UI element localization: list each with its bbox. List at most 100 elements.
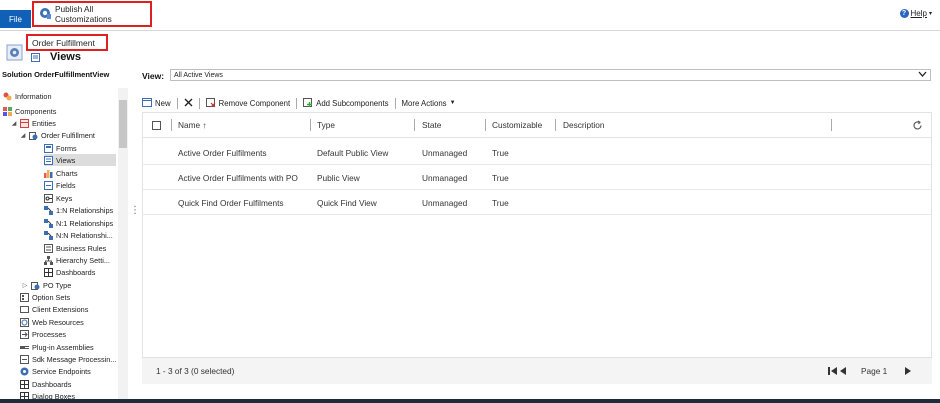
help-label: Help	[910, 9, 927, 18]
entities-icon	[20, 118, 29, 128]
sidebar-item-components[interactable]: Components	[3, 105, 56, 117]
more-actions-button[interactable]: More Actions ▼	[396, 96, 462, 110]
sidebar-item-option-sets[interactable]: Option Sets	[20, 291, 70, 303]
refresh-icon[interactable]	[912, 112, 923, 138]
new-button[interactable]: New	[142, 96, 177, 110]
sidebar-item-web-resources[interactable]: Web Resources	[20, 316, 84, 328]
sidebar-item-label: Order Fulfillment	[41, 130, 95, 140]
delete-button[interactable]	[178, 96, 199, 110]
select-all-checkbox[interactable]	[152, 112, 161, 138]
charts-icon	[44, 169, 53, 178]
views-icon	[44, 155, 53, 165]
collapse-arrow-icon[interactable]: ◢	[11, 120, 17, 127]
column-divider[interactable]	[555, 119, 556, 131]
sidebar-scrollbar-thumb[interactable]	[119, 100, 127, 148]
forms-icon	[44, 143, 53, 153]
cell-customizable: True	[492, 172, 509, 183]
sidebar-item-client-extensions[interactable]: Client Extensions	[20, 303, 88, 315]
cell-name[interactable]: Quick Find Order Fulfilments	[178, 190, 284, 215]
sidebar-item-1n-relationships[interactable]: 1:N Relationships	[44, 204, 113, 216]
column-divider[interactable]	[414, 119, 415, 131]
column-divider[interactable]	[831, 119, 832, 131]
sidebar-item-dashboards[interactable]: Dashboards	[20, 378, 71, 390]
sidebar-item-fields[interactable]: Fields	[44, 179, 75, 191]
sidebar-item-label: N:1 Relationships	[56, 218, 114, 228]
sidebar-item-sdk-message-processing[interactable]: Sdk Message Processin...	[20, 353, 116, 365]
sidebar-item-label: Plug-in Assemblies	[32, 342, 94, 352]
help-icon: ?	[899, 9, 909, 18]
sidebar-item-charts[interactable]: Charts	[44, 167, 78, 179]
cell-name[interactable]: Active Order Fulfilments with PO	[178, 165, 298, 190]
remove-component-icon	[205, 97, 216, 109]
hierarchy-icon	[44, 255, 53, 265]
cell-state: Unmanaged	[422, 172, 468, 183]
column-header-type[interactable]: Type	[317, 112, 335, 138]
solution-explorer-tree: Information Components ◢ Entities ◢ Orde…	[0, 88, 129, 403]
cell-customizable: True	[492, 147, 509, 158]
file-button[interactable]: File	[0, 10, 31, 28]
service-endpoints-icon	[20, 367, 29, 376]
sidebar-item-forms[interactable]: Forms	[44, 142, 77, 154]
view-selected-value: All Active Views	[174, 71, 223, 79]
cell-type: Public View	[317, 172, 360, 183]
pane-splitter-handle[interactable]: ⋮	[130, 205, 140, 227]
sidebar-item-plugin-assemblies[interactable]: Plug-in Assemblies	[20, 341, 94, 353]
cell-name[interactable]: Active Order Fulfilments	[178, 140, 267, 165]
column-header-name[interactable]: Name ↑	[178, 112, 207, 138]
table-row[interactable]: Quick Find Order Fulfilments Quick Find …	[142, 190, 932, 215]
sidebar-item-label: Processes	[32, 329, 67, 339]
sidebar-item-information[interactable]: Information	[3, 90, 52, 102]
sidebar-item-label: Fields	[56, 180, 76, 190]
first-page-icon[interactable]	[828, 366, 838, 378]
table-row[interactable]: Active Order Fulfilments with PO Public …	[142, 165, 932, 190]
cell-type: Quick Find View	[317, 197, 377, 208]
views-icon	[31, 53, 40, 62]
dashboards-icon	[44, 267, 53, 277]
remove-component-button[interactable]: Remove Component	[200, 96, 297, 110]
publish-label: Publish All Customizations	[55, 4, 112, 24]
new-label: New	[155, 98, 171, 108]
next-page-icon[interactable]	[904, 366, 912, 378]
sidebar-item-n1-relationships[interactable]: N:1 Relationships	[44, 217, 113, 229]
sidebar-item-label: Hierarchy Setti...	[56, 255, 110, 265]
plugin-icon	[20, 343, 29, 352]
add-subcomponents-button[interactable]: Add Subcomponents	[297, 96, 394, 110]
chevron-down-icon	[918, 71, 927, 79]
add-subcomponents-icon	[303, 97, 313, 109]
sidebar-item-keys[interactable]: Keys	[44, 192, 72, 204]
components-icon	[3, 106, 12, 116]
sidebar-item-hierarchy-settings[interactable]: Hierarchy Setti...	[44, 254, 110, 266]
column-divider[interactable]	[485, 119, 486, 131]
column-divider	[171, 119, 172, 131]
grid-header: Name ↑ Type State Customizable Descripti…	[142, 112, 932, 138]
caret-down-icon: ▼	[449, 100, 456, 106]
sidebar-item-entities[interactable]: ◢ Entities	[11, 117, 56, 129]
expand-arrow-icon[interactable]: ▷	[22, 282, 28, 289]
sidebar-item-processes[interactable]: Processes	[20, 328, 66, 340]
view-selector[interactable]: All Active Views	[170, 69, 931, 81]
sidebar-item-label: Components	[15, 106, 57, 116]
sidebar-item-label: Charts	[56, 168, 78, 178]
collapse-arrow-icon[interactable]: ◢	[20, 132, 26, 139]
sidebar-item-business-rules[interactable]: Business Rules	[44, 242, 106, 254]
sidebar-item-service-endpoints[interactable]: Service Endpoints	[20, 365, 91, 377]
cell-type: Default Public View	[317, 147, 389, 158]
help-menu[interactable]: ? Help ▾	[899, 9, 932, 18]
sidebar-item-po-type[interactable]: ▷ PO Type	[22, 279, 71, 291]
column-header-description[interactable]: Description	[563, 112, 605, 138]
table-row[interactable]: Active Order Fulfilments Default Public …	[142, 140, 932, 165]
delete-icon	[184, 98, 193, 109]
column-header-customizable[interactable]: Customizable	[492, 112, 542, 138]
sidebar-item-nn-relationships[interactable]: N:N Relationshi...	[44, 229, 113, 241]
previous-page-icon[interactable]	[839, 366, 847, 378]
column-divider[interactable]	[310, 119, 311, 131]
sidebar-item-entity-dashboards[interactable]: Dashboards	[44, 266, 95, 278]
sidebar-item-views[interactable]: Views	[44, 154, 116, 166]
sidebar-item-label: Sdk Message Processin...	[32, 354, 117, 364]
sidebar-item-order-fulfillment[interactable]: ◢ Order Fulfillment	[20, 129, 95, 141]
sidebar-item-label: Option Sets	[32, 292, 71, 302]
view-label: View:	[142, 71, 165, 81]
publish-all-customizations-button[interactable]: Publish All Customizations	[32, 1, 152, 27]
column-header-state[interactable]: State	[422, 112, 441, 138]
sidebar-item-label: Keys	[56, 193, 73, 203]
